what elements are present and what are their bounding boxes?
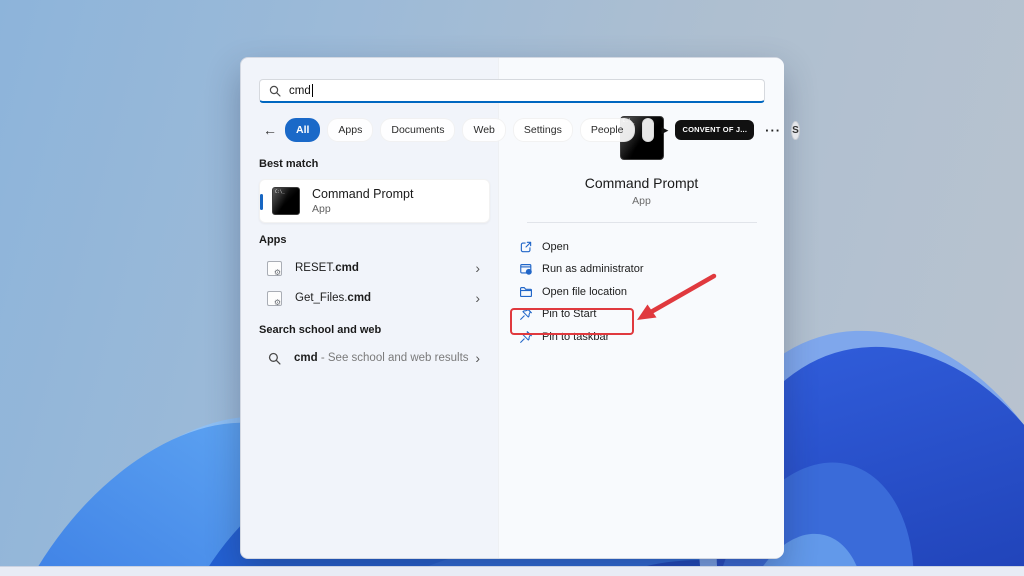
pin-icon: [519, 330, 533, 344]
action-list: Open Run as administrator: [499, 239, 784, 344]
search-input[interactable]: cmd: [259, 79, 765, 103]
search-value: cmd: [289, 85, 311, 97]
action-label: Open file location: [542, 286, 627, 298]
chevron-right-icon: ›: [475, 351, 480, 365]
best-match-subtitle: App: [312, 203, 413, 215]
filter-bar: ← All Apps Documents Web Settings People…: [263, 118, 768, 142]
cmd-file-icon: [267, 291, 282, 306]
action-open[interactable]: Open: [499, 239, 784, 254]
selection-accent-bar: [260, 194, 263, 210]
text-caret: [312, 84, 313, 97]
tab-settings[interactable]: Settings: [513, 118, 573, 142]
command-prompt-icon: [272, 187, 300, 215]
tab-folders-label: Folders: [653, 124, 654, 136]
more-options-button[interactable]: ···: [765, 123, 781, 138]
preview-subtitle: App: [499, 195, 784, 207]
best-match-title: Command Prompt: [312, 187, 413, 201]
tab-people[interactable]: People: [580, 118, 635, 142]
results-list: Best match Command Prompt App Apps RESET…: [259, 158, 490, 373]
search-flyout: cmd ← All Apps Documents Web Settings Pe…: [240, 57, 783, 559]
action-label: Pin to Start: [542, 308, 596, 320]
app-result-get-files-cmd[interactable]: Get_Files.cmd ›: [259, 283, 490, 313]
back-icon[interactable]: ←: [263, 123, 277, 137]
divider: [527, 222, 757, 223]
action-open-file-location[interactable]: Open file location: [499, 284, 784, 299]
tab-all[interactable]: All: [285, 118, 320, 142]
tab-web[interactable]: Web: [462, 118, 505, 142]
apps-header: Apps: [259, 234, 490, 248]
folder-icon: [519, 285, 533, 299]
web-search-header: Search school and web: [259, 324, 490, 338]
action-pin-to-taskbar[interactable]: Pin to taskbar: [499, 329, 784, 344]
chevron-right-icon: ›: [475, 291, 480, 305]
overflow-arrow-icon[interactable]: ▶: [662, 125, 669, 136]
chevron-right-icon: ›: [475, 261, 480, 275]
pin-icon: [519, 307, 533, 321]
best-match-header: Best match: [259, 158, 490, 172]
search-icon: [268, 352, 281, 365]
tab-folders[interactable]: Folders: [642, 118, 654, 142]
action-label: Run as administrator: [542, 263, 644, 275]
tab-documents[interactable]: Documents: [380, 118, 455, 142]
action-run-as-administrator[interactable]: Run as administrator: [499, 262, 784, 277]
best-match-item[interactable]: Command Prompt App: [259, 179, 490, 223]
tab-apps[interactable]: Apps: [327, 118, 373, 142]
web-result-cmd[interactable]: cmd - See school and web results ›: [259, 343, 490, 373]
run-as-admin-icon: [519, 262, 533, 276]
user-avatar[interactable]: S: [791, 121, 800, 140]
search-icon: [269, 85, 281, 97]
action-label: Open: [542, 241, 569, 253]
web-result-label: cmd - See school and web results: [294, 352, 469, 364]
app-result-label: RESET.cmd: [295, 262, 359, 274]
action-label: Pin to taskbar: [542, 331, 609, 343]
open-icon: [519, 240, 533, 254]
custom-scope-pill[interactable]: CONVENT OF J...: [675, 120, 754, 140]
taskbar[interactable]: [0, 566, 1024, 576]
cmd-file-icon: [267, 261, 282, 276]
app-result-reset-cmd[interactable]: RESET.cmd ›: [259, 253, 490, 283]
preview-title: Command Prompt: [499, 175, 784, 191]
app-result-label: Get_Files.cmd: [295, 292, 371, 304]
action-pin-to-start[interactable]: Pin to Start: [499, 307, 784, 322]
